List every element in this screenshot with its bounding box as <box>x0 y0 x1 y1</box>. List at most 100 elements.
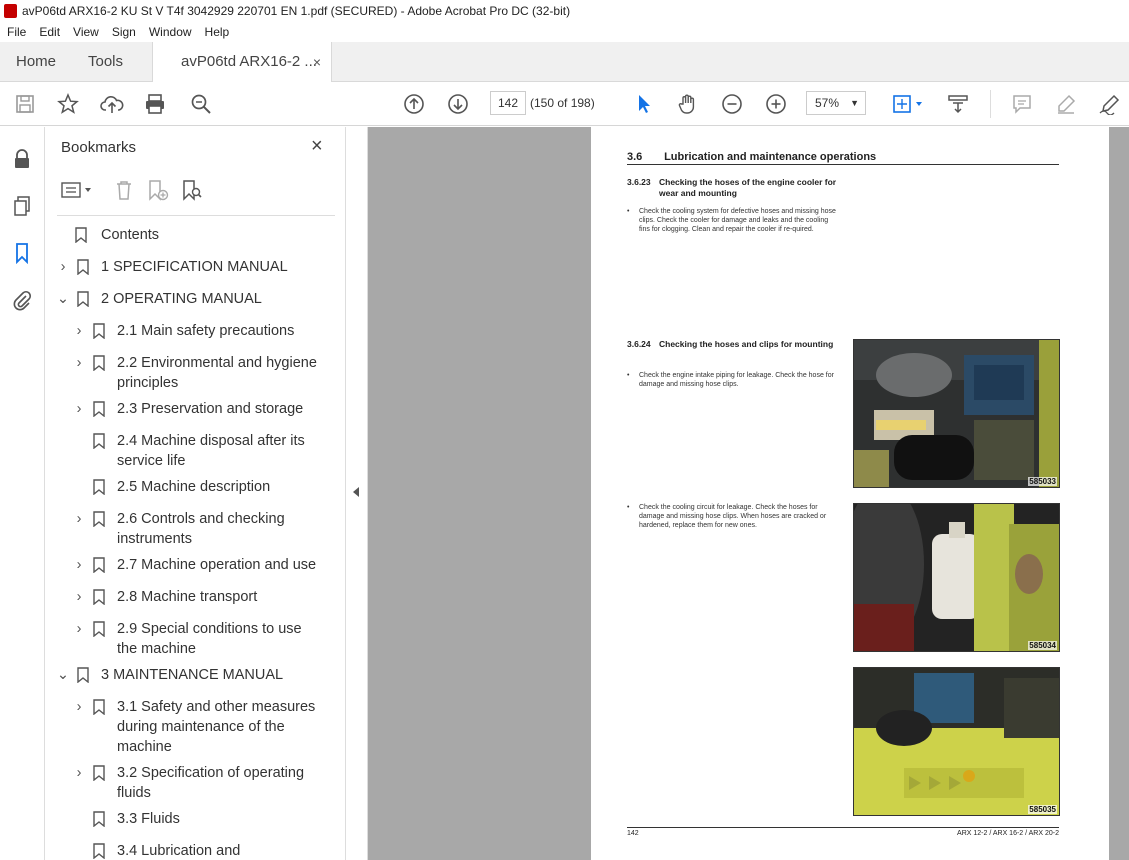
cooling-hoses-photo: 585035 <box>853 667 1060 816</box>
bookmark-label: 2.1 Main safety precautions <box>117 323 295 339</box>
footer-page-number: 142 <box>627 830 639 837</box>
zoom-level-value: 57% <box>815 96 840 110</box>
select-cursor-icon[interactable] <box>632 92 656 116</box>
print-icon[interactable] <box>143 92 167 116</box>
chevron-right-icon[interactable]: › <box>73 763 85 783</box>
tab-close-icon[interactable]: × <box>313 42 321 82</box>
bookmark-label: 2.4 Machine disposal after its service l… <box>117 433 305 469</box>
paragraph-text: Check the cooling system for defective h… <box>639 208 836 233</box>
paragraph-cooling-circuit: • Check the cooling circuit for leakage.… <box>627 503 847 533</box>
bookmark-icon <box>93 401 105 417</box>
save-icon[interactable] <box>13 92 37 116</box>
star-icon[interactable] <box>56 92 80 116</box>
tab-document[interactable]: avP06td ARX16-2 ... × <box>152 42 332 83</box>
page-number-input[interactable]: 142 <box>490 91 526 115</box>
menu-help[interactable]: Help <box>198 22 236 42</box>
delete-bookmark-icon[interactable] <box>111 177 137 203</box>
section-title: Lubrication and maintenance operations <box>664 151 877 163</box>
hand-tool-icon[interactable] <box>676 92 700 116</box>
bookmark-icon <box>93 621 105 637</box>
bookmark-label: 3.1 Safety and other measures during mai… <box>117 699 316 755</box>
next-page-icon[interactable] <box>446 92 470 116</box>
bookmark-icon <box>93 589 105 605</box>
hoses-photo-image <box>854 668 1059 815</box>
collapse-panel-button[interactable] <box>346 127 368 860</box>
sign-pen-icon[interactable] <box>1098 92 1122 116</box>
bookmark-icon <box>93 699 105 715</box>
previous-page-icon[interactable] <box>402 92 426 116</box>
paragraph-text: Check the engine intake piping for leaka… <box>639 372 834 388</box>
menu-window[interactable]: Window <box>142 22 198 42</box>
zoom-out-icon[interactable] <box>720 92 744 116</box>
find-bookmark-icon[interactable] <box>179 177 205 203</box>
engine-intake-photo: 585033 <box>853 339 1060 488</box>
chevron-right-icon[interactable]: › <box>73 321 85 341</box>
section-number: 3.6 <box>627 151 643 163</box>
new-bookmark-icon[interactable] <box>145 177 171 203</box>
close-icon[interactable]: × <box>311 135 323 158</box>
tab-tools[interactable]: Tools <box>88 42 123 82</box>
chevron-right-icon[interactable]: › <box>73 509 85 529</box>
bookmark-panel-icon[interactable] <box>10 241 34 265</box>
tab-home[interactable]: Home <box>16 42 56 82</box>
tab-document-label: avP06td ARX16-2 ... <box>181 53 317 70</box>
bookmark-label: 2.9 Special conditions to use the machin… <box>117 621 302 657</box>
bookmark-icon <box>93 557 105 573</box>
section-heading: 3.6 Lubrication and maintenance operatio… <box>627 151 1059 165</box>
photo-caption: 585034 <box>1028 641 1057 650</box>
chevron-right-icon[interactable]: › <box>73 353 85 373</box>
bookmark-label: 3 MAINTENANCE MANUAL <box>101 667 284 683</box>
photo-caption: 585035 <box>1028 805 1057 814</box>
page-footer: 142 ARX 12-2 / ARX 16-2 / ARX 20-2 <box>627 827 1059 837</box>
pages-thumbnails-icon[interactable] <box>10 194 34 218</box>
bookmark-icon <box>93 843 105 859</box>
photo-caption: 585033 <box>1028 477 1057 486</box>
menu-edit[interactable]: Edit <box>32 22 66 42</box>
pdf-page: 3.6 Lubrication and maintenance operatio… <box>591 127 1109 860</box>
upload-cloud-icon[interactable] <box>100 92 124 116</box>
menu-view[interactable]: View <box>66 22 105 42</box>
bookmark-icon <box>77 259 89 275</box>
fit-page-icon[interactable] <box>890 92 926 116</box>
bookmark-label: 1 SPECIFICATION MANUAL <box>101 259 288 275</box>
bookmark-icon <box>75 227 87 243</box>
bookmark-icon <box>77 667 89 683</box>
attachment-paperclip-icon[interactable] <box>10 288 34 312</box>
bookmark-label: 3.4 Lubrication and <box>117 843 241 859</box>
tab-bar: Home Tools avP06td ARX16-2 ... × <box>0 42 1129 83</box>
document-viewer[interactable]: 3.6 Lubrication and maintenance operatio… <box>368 127 1129 860</box>
chevron-right-icon[interactable]: › <box>73 587 85 607</box>
chevron-down-icon[interactable]: ⌄ <box>57 289 69 309</box>
zoom-in-icon[interactable] <box>764 92 788 116</box>
bookmark-icon <box>93 355 105 371</box>
acrobat-app-icon <box>4 4 17 18</box>
chevron-right-icon[interactable]: › <box>73 555 85 575</box>
menu-sign[interactable]: Sign <box>105 22 142 42</box>
bookmark-icon <box>93 323 105 339</box>
bookmark-icon <box>93 479 105 495</box>
coolant-tank-photo: 585034 <box>853 503 1060 652</box>
comment-icon[interactable] <box>1010 92 1034 116</box>
menu-file[interactable]: File <box>0 22 32 42</box>
bookmark-tree: Contents › 1 SPECIFICATION MANUAL ⌄ 2 OP… <box>45 221 327 860</box>
lock-icon[interactable] <box>10 147 34 171</box>
bookmark-label: 3.2 Specification of operating fluids <box>117 765 305 801</box>
bookmark-options-icon[interactable] <box>61 177 95 203</box>
subsection-title: Checking the hoses of the engine cooler … <box>659 177 837 198</box>
chevron-right-icon[interactable]: › <box>73 619 85 639</box>
chevron-right-icon[interactable]: › <box>57 257 69 277</box>
subsection-title: Checking the hoses and clips for mountin… <box>659 339 834 349</box>
chevron-down-icon: ▼ <box>850 98 859 108</box>
scroll-mode-icon[interactable] <box>946 92 970 116</box>
chevron-down-icon[interactable]: ⌄ <box>57 665 69 685</box>
chevron-right-icon[interactable]: › <box>73 399 85 419</box>
highlight-pen-icon[interactable] <box>1054 92 1078 116</box>
bookmarks-panel-title: Bookmarks <box>61 139 137 156</box>
bullet: • <box>627 372 630 379</box>
subsection-number: 3.6.24 <box>627 339 651 349</box>
chevron-right-icon[interactable]: › <box>73 697 85 717</box>
bookmark-icon <box>93 433 105 449</box>
zoom-level-select[interactable]: 57% ▼ <box>806 91 866 115</box>
bookmark-icon <box>93 811 105 827</box>
search-zoom-icon[interactable] <box>189 92 213 116</box>
